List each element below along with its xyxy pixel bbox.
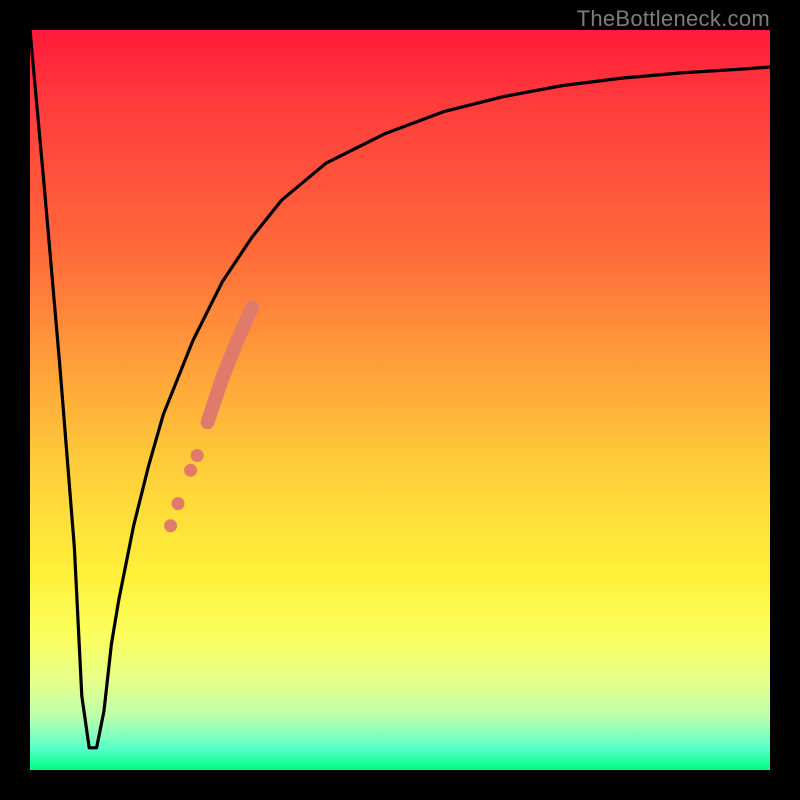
highlight-dot	[164, 519, 177, 532]
plot-area	[30, 30, 770, 770]
highlight-dot	[172, 497, 185, 510]
bottleneck-curve	[30, 30, 770, 748]
highlight-dot	[191, 449, 204, 462]
your-config-range	[208, 308, 252, 423]
chart-frame: TheBottleneck.com	[0, 0, 800, 800]
your-config-dots	[164, 449, 204, 532]
attribution-text: TheBottleneck.com	[577, 6, 770, 32]
highlight-dot	[184, 464, 197, 477]
curve-svg	[30, 30, 770, 770]
